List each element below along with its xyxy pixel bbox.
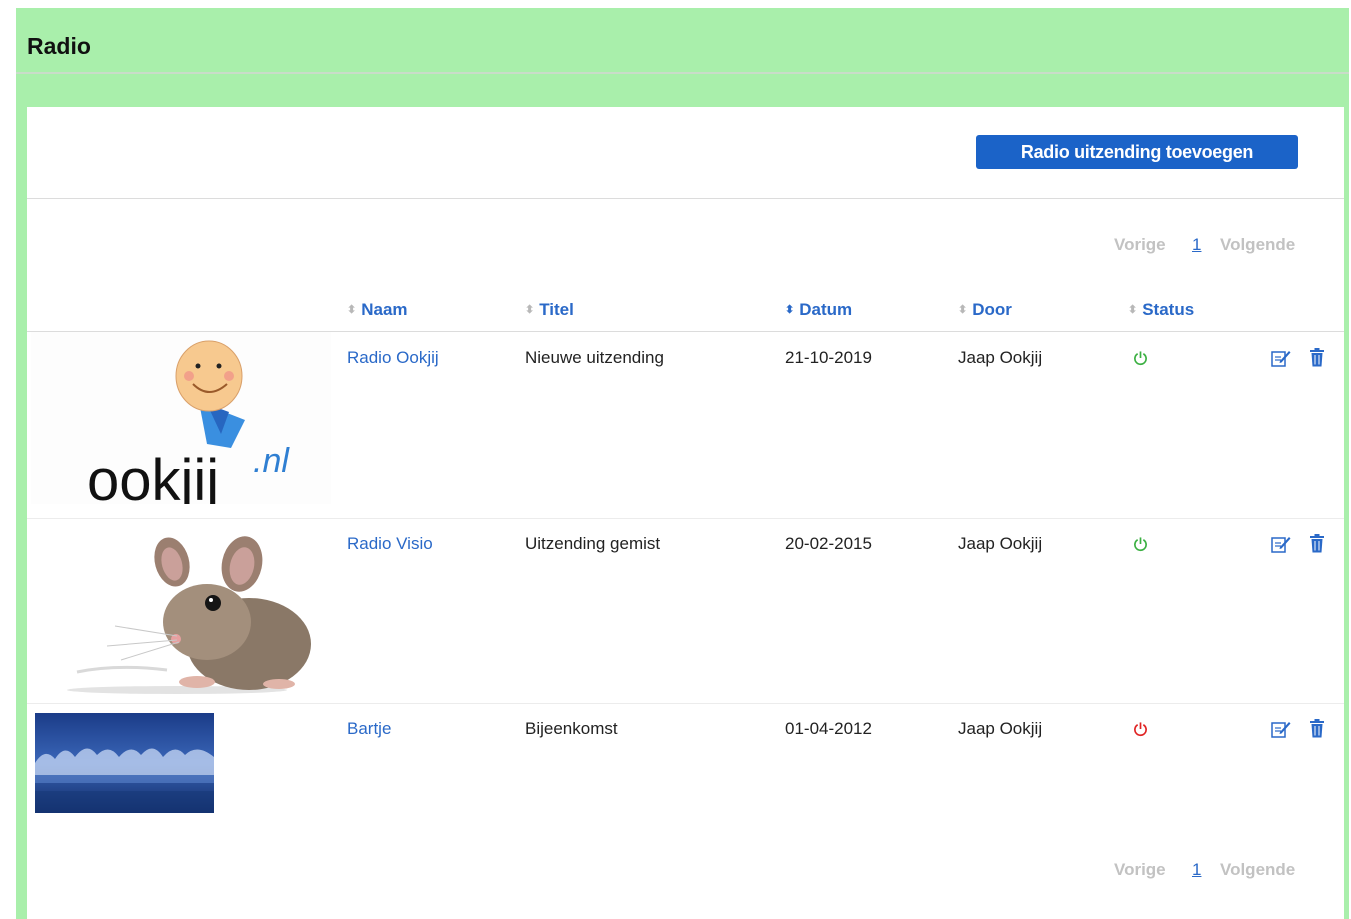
- column-header-label: Status: [1142, 300, 1195, 319]
- edit-icon[interactable]: [1271, 720, 1291, 738]
- table-row: ookjij .nl Radio Ookjij Nieuwe uitzendin…: [27, 332, 1344, 519]
- power-icon[interactable]: [1133, 536, 1148, 552]
- pagination-top: Vorige 1 Volgende: [1114, 235, 1334, 259]
- pagination-page[interactable]: 1: [1192, 235, 1201, 255]
- column-header-status[interactable]: ⬍ Status: [1128, 300, 1194, 320]
- broadcast-date: 01-04-2012: [785, 719, 872, 738]
- blue-fabric-thumbnail: [35, 713, 214, 813]
- trash-icon[interactable]: [1309, 534, 1325, 553]
- column-header-datum[interactable]: ⬍ Datum: [785, 300, 852, 320]
- table-row: Radio Visio Uitzending gemist 20-02-2015…: [27, 518, 1344, 704]
- content-panel: Radio uitzending toevoegen Vorige 1 Volg…: [27, 107, 1344, 919]
- pagination-page[interactable]: 1: [1192, 860, 1201, 880]
- power-icon[interactable]: [1133, 721, 1148, 737]
- trash-icon[interactable]: [1309, 348, 1325, 367]
- table-header: ⬍ Naam ⬍ Titel ⬍ Datum ⬍ Door ⬍ Status: [27, 287, 1344, 332]
- sort-desc-icon: ⬍: [785, 304, 795, 316]
- pagination-next[interactable]: Volgende: [1220, 235, 1295, 255]
- column-header-label: Door: [972, 300, 1012, 319]
- column-header-titel[interactable]: ⬍ Titel: [525, 300, 574, 320]
- pagination-bottom: Vorige 1 Volgende: [1114, 860, 1334, 884]
- column-header-door[interactable]: ⬍ Door: [958, 300, 1012, 320]
- broadcast-date: 21-10-2019: [785, 348, 872, 367]
- edit-icon[interactable]: [1271, 349, 1291, 367]
- ookjij-logo-thumbnail: ookjij .nl: [31, 332, 331, 504]
- column-header-label: Titel: [539, 300, 574, 319]
- toolbar: Radio uitzending toevoegen: [27, 107, 1344, 199]
- broadcast-title: Nieuwe uitzending: [525, 348, 664, 367]
- trash-icon[interactable]: [1309, 719, 1325, 738]
- pagination-prev[interactable]: Vorige: [1114, 235, 1166, 255]
- mouse-photo-thumbnail: [67, 536, 311, 694]
- column-header-label: Datum: [799, 300, 853, 319]
- column-header-label: Naam: [361, 300, 408, 319]
- page-title: Radio: [27, 33, 91, 59]
- sort-icon: ⬍: [347, 304, 357, 316]
- broadcast-date: 20-02-2015: [785, 534, 872, 553]
- broadcast-name-link[interactable]: Bartje: [347, 719, 391, 739]
- broadcast-author: Jaap Ookjij: [958, 534, 1043, 553]
- broadcast-author: Jaap Ookjij: [958, 719, 1043, 738]
- sort-icon: ⬍: [1128, 304, 1138, 316]
- broadcast-title: Bijeenkomst: [525, 719, 618, 738]
- logo-suffix: .nl: [253, 442, 290, 480]
- broadcast-author: Jaap Ookjij: [958, 348, 1043, 367]
- table-row: Bartje Bijeenkomst 01-04-2012 Jaap Ookji…: [27, 703, 1344, 833]
- edit-icon[interactable]: [1271, 535, 1291, 553]
- broadcast-name-link[interactable]: Radio Visio: [347, 534, 433, 554]
- column-header-naam[interactable]: ⬍ Naam: [347, 300, 408, 320]
- broadcast-name-link[interactable]: Radio Ookjij: [347, 348, 439, 368]
- page-frame: Radio Radio uitzending toevoegen Vorige …: [16, 8, 1349, 919]
- sort-icon: ⬍: [525, 304, 535, 316]
- broadcast-title: Uitzending gemist: [525, 534, 661, 553]
- sort-icon: ⬍: [958, 304, 968, 316]
- add-broadcast-button[interactable]: Radio uitzending toevoegen: [976, 135, 1298, 169]
- pagination-prev[interactable]: Vorige: [1114, 860, 1166, 880]
- power-icon[interactable]: [1133, 350, 1148, 366]
- logo-wordmark: ookjij: [87, 448, 219, 504]
- title-bar: Radio: [16, 8, 1349, 74]
- pagination-next[interactable]: Volgende: [1220, 860, 1295, 880]
